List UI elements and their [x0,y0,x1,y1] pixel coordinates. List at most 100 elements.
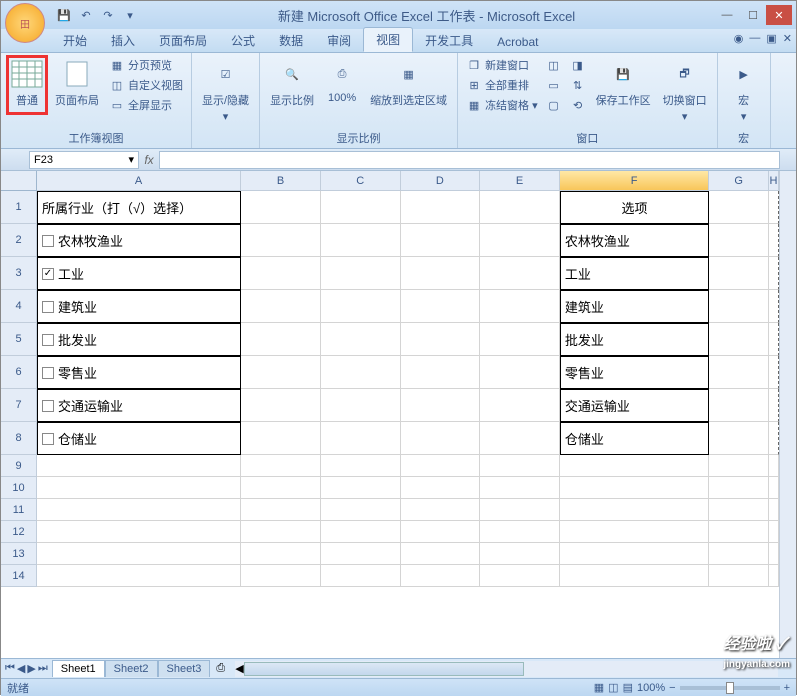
cell-G13[interactable] [709,543,769,565]
reset-pos-button[interactable]: ⟲ [568,96,588,114]
cell-B12[interactable] [241,521,321,543]
cell-C14[interactable] [321,565,401,587]
maximize-button[interactable]: ☐ [740,5,766,25]
column-header-B[interactable]: B [241,171,321,191]
cell-A8[interactable]: 仓储业 [37,422,241,455]
cell-G7[interactable] [709,389,769,422]
row-header-11[interactable]: 11 [1,499,37,521]
zoom-thumb[interactable] [726,682,734,694]
column-header-G[interactable]: G [709,171,769,191]
cell-C3[interactable] [321,257,401,290]
cell-E10[interactable] [480,477,560,499]
tab-insert[interactable]: 插入 [99,29,147,52]
full-screen-button[interactable]: ▭全屏显示 [107,96,185,114]
cell-D3[interactable] [401,257,481,290]
cell-F10[interactable] [560,477,709,499]
vertical-scrollbar[interactable] [779,171,796,658]
hide-button[interactable]: ▭ [544,76,564,94]
checkbox[interactable] [42,334,54,346]
cell-B9[interactable] [241,455,321,477]
row-header-9[interactable]: 9 [1,455,37,477]
cell-E6[interactable] [480,356,560,389]
arrange-all-button[interactable]: ⊞全部重排 [464,76,540,94]
zoom-selection-button[interactable]: ▦缩放到选定区域 [366,56,451,110]
cell-B14[interactable] [241,565,321,587]
cell-F8[interactable]: 仓储业 [560,422,709,455]
row-header-14[interactable]: 14 [1,565,37,587]
page-break-button[interactable]: ▦分页预览 [107,56,185,74]
view-side-button[interactable]: ◨ [568,56,588,74]
cell-A3[interactable]: ✓工业 [37,257,241,290]
cell-A9[interactable] [37,455,241,477]
minimize-button[interactable]: — [714,5,740,25]
cell-F1[interactable]: 选项 [560,191,709,224]
cell-A7[interactable]: 交通运输业 [37,389,241,422]
cell-B6[interactable] [241,356,321,389]
cell-A12[interactable] [37,521,241,543]
cell-F3[interactable]: 工业 [560,257,709,290]
switch-windows-button[interactable]: 🗗切换窗口▾ [659,56,711,125]
new-window-button[interactable]: ❐新建窗口 [464,56,540,74]
cell-A13[interactable] [37,543,241,565]
cell-A2[interactable]: 农林牧渔业 [37,224,241,257]
tab-acrobat[interactable]: Acrobat [485,32,550,52]
cell-H4[interactable] [769,290,779,323]
cell-E12[interactable] [480,521,560,543]
mdi-restore-icon[interactable]: ▣ [766,32,776,45]
cell-F7[interactable]: 交通运输业 [560,389,709,422]
custom-view-button[interactable]: ◫自定义视图 [107,76,185,94]
cell-H14[interactable] [769,565,779,587]
cell-F4[interactable]: 建筑业 [560,290,709,323]
first-sheet-icon[interactable]: ⏮ [5,662,15,675]
cell-D4[interactable] [401,290,481,323]
row-header-5[interactable]: 5 [1,323,37,356]
zoom-out-icon[interactable]: − [669,682,675,694]
cell-H11[interactable] [769,499,779,521]
row-header-6[interactable]: 6 [1,356,37,389]
cell-F5[interactable]: 批发业 [560,323,709,356]
zoom-slider[interactable] [680,686,780,690]
tab-developer[interactable]: 开发工具 [413,29,485,52]
cell-E2[interactable] [480,224,560,257]
help-icon[interactable]: ◉ [734,32,744,45]
cell-H10[interactable] [769,477,779,499]
cell-C12[interactable] [321,521,401,543]
cell-B4[interactable] [241,290,321,323]
scroll-thumb[interactable] [244,662,524,676]
name-box[interactable]: F23▾ [29,151,139,169]
tab-review[interactable]: 审阅 [315,29,363,52]
page-layout-view-button[interactable]: 页面布局 [51,56,103,114]
cell-B2[interactable] [241,224,321,257]
column-header-H[interactable]: H [769,171,779,191]
cell-G14[interactable] [709,565,769,587]
cell-E8[interactable] [480,422,560,455]
freeze-panes-button[interactable]: ▦冻结窗格▾ [464,96,540,114]
sync-scroll-button[interactable]: ⇅ [568,76,588,94]
cell-G8[interactable] [709,422,769,455]
zoom-button[interactable]: 🔍显示比例 [266,56,318,110]
formula-input[interactable] [159,151,780,169]
cell-D1[interactable] [401,191,481,224]
cell-C10[interactable] [321,477,401,499]
cell-H3[interactable] [769,257,779,290]
cell-H9[interactable] [769,455,779,477]
cell-D12[interactable] [401,521,481,543]
save-workspace-button[interactable]: 💾保存工作区 [592,56,655,125]
redo-icon[interactable]: ↷ [99,6,117,24]
row-header-8[interactable]: 8 [1,422,37,455]
row-header-10[interactable]: 10 [1,477,37,499]
cell-H1[interactable] [769,191,779,224]
cell-G9[interactable] [709,455,769,477]
qat-dropdown-icon[interactable]: ▾ [121,6,139,24]
cell-G10[interactable] [709,477,769,499]
cell-G1[interactable] [709,191,769,224]
row-header-2[interactable]: 2 [1,224,37,257]
row-header-12[interactable]: 12 [1,521,37,543]
cell-A6[interactable]: 零售业 [37,356,241,389]
last-sheet-icon[interactable]: ⏭ [38,662,48,675]
cell-F2[interactable]: 农林牧渔业 [560,224,709,257]
cell-G6[interactable] [709,356,769,389]
cell-B13[interactable] [241,543,321,565]
cell-F6[interactable]: 零售业 [560,356,709,389]
scroll-left-icon[interactable]: ◀ [235,662,243,675]
